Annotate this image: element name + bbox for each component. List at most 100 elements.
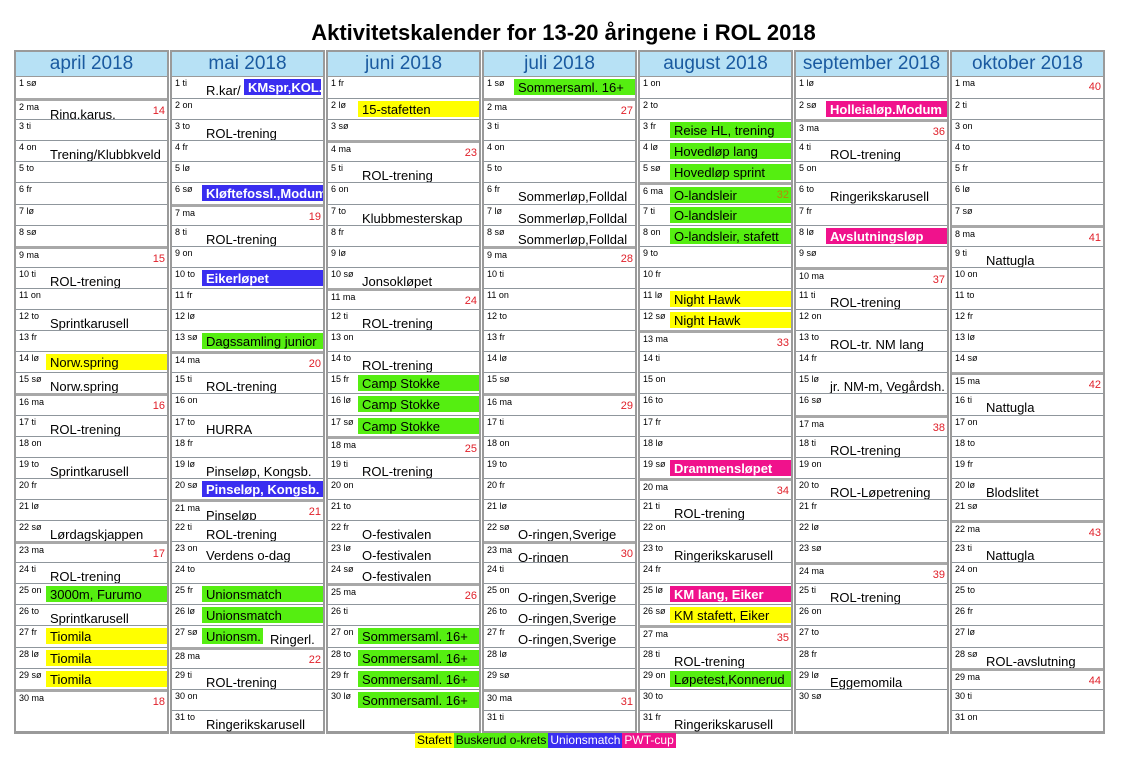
day-cell[interactable]: 25 on O-ringen,Sverige [484,583,635,605]
day-cell[interactable]: 20 on [328,477,479,499]
day-cell[interactable]: 5 to [16,161,167,183]
day-cell[interactable]: 4 fr [172,140,323,162]
day-cell[interactable]: 7 ti O-landsleir [640,203,791,225]
day-cell[interactable]: 3 fr Reise HL, trening [640,119,791,141]
day-cell[interactable]: 10 ti ROL-trening [16,266,167,289]
day-cell[interactable]: 29 sø Tiomila [16,667,167,689]
day-cell[interactable]: 18 ma 25 [328,435,479,457]
day-cell[interactable]: 24 on [952,562,1103,584]
day-cell[interactable]: 20 lø Blodslitet [952,477,1103,500]
day-cell[interactable]: 2 ti [952,98,1103,120]
day-cell[interactable]: 26 to Sprintkarusell [16,604,167,626]
day-cell[interactable]: 18 to [952,435,1103,457]
day-cell[interactable]: 22 lø [796,519,947,542]
day-cell[interactable]: 21 to [328,498,479,520]
day-cell[interactable]: 19 to Sprintkarusell [16,456,167,479]
day-cell[interactable]: 4 lø Hovedløp lang [640,140,791,162]
day-cell[interactable]: 12 lø [172,309,323,331]
day-cell[interactable]: 16 on [172,393,323,415]
day-cell[interactable]: 26 ti [328,604,479,626]
day-cell[interactable]: 13 to ROL-tr. NM lang [796,330,947,352]
day-cell[interactable]: 5 lø [172,161,323,183]
day-cell[interactable]: 1 sø Sommersaml. 16+ [484,77,635,99]
day-cell[interactable]: 9 to [640,245,791,267]
day-cell[interactable]: 10 ma 37 [796,266,947,288]
day-cell[interactable]: 13 ma 33 [640,330,791,352]
day-cell[interactable]: 4 ti ROL-trening [796,140,947,162]
day-cell[interactable]: 28 sø ROL-avslutning [952,646,1103,669]
day-cell[interactable]: 9 ma 28 [484,245,635,267]
day-cell[interactable]: 4 ma 23 [328,140,479,162]
day-cell[interactable]: 8 ma 41 [952,224,1103,246]
day-cell[interactable]: 6 to Ringerikskarusell [796,182,947,204]
day-cell[interactable]: 31 ti [484,709,635,731]
day-cell[interactable]: 10 ti [484,266,635,288]
day-cell[interactable]: 6 fr [16,182,167,204]
day-cell[interactable]: 10 to Eikerløpet [172,266,323,288]
day-cell[interactable]: 1 ti R.kar/KMspr,KOL. [172,77,323,99]
day-cell[interactable]: 1 ma 40 [952,77,1103,99]
day-cell[interactable]: 11 ma 24 [328,287,479,310]
day-cell[interactable]: 25 on 3000m, Furumo [16,583,167,605]
day-cell[interactable]: 5 ti ROL-trening [328,161,479,183]
day-cell[interactable]: 30 on [172,688,323,710]
day-cell[interactable]: 7 fr [796,203,947,225]
day-cell[interactable]: 26 fr [952,604,1103,626]
day-cell[interactable]: 29 fr Sommersaml. 16+ [328,667,479,689]
day-cell[interactable]: 6 on [328,182,479,204]
day-cell[interactable]: 25 to [952,583,1103,605]
day-cell[interactable]: 15 on [640,372,791,394]
day-cell[interactable]: 26 lø Unionsmatch [172,604,323,626]
day-cell[interactable]: 28 lø Tiomila [16,646,167,668]
day-cell[interactable]: 28 lø [484,646,635,668]
day-cell[interactable]: 7 lø [16,203,167,225]
day-cell[interactable]: 19 ti ROL-trening [328,456,479,479]
day-cell[interactable]: 24 to [172,562,323,584]
day-cell[interactable]: 30 ti [952,688,1103,710]
day-cell[interactable]: 25 ti ROL-trening [796,583,947,605]
day-cell[interactable]: 25 ma 26 [328,583,479,605]
day-cell[interactable]: 13 sø Dagssamling junior [172,330,323,352]
day-cell[interactable]: 29 sø [484,667,635,689]
day-cell[interactable]: 2 ma 27 [484,98,635,120]
day-cell[interactable]: 8 ti ROL-trening [172,224,323,247]
day-cell[interactable]: 20 fr [16,477,167,499]
day-cell[interactable]: 12 sø Night Hawk [640,309,791,331]
day-cell[interactable]: 19 fr [952,456,1103,478]
day-cell[interactable]: 18 on [16,435,167,457]
day-cell[interactable]: 14 ti [640,351,791,373]
day-cell[interactable]: 15 ti ROL-trening [172,372,323,394]
day-cell[interactable]: 6 ma O-landsleir 32 [640,182,791,204]
day-cell[interactable]: 9 lø [328,245,479,267]
day-cell[interactable]: 23 sø [796,541,947,563]
day-cell[interactable]: 22 sø Lørdagskjappen [16,519,167,542]
day-cell[interactable]: 23 ma 17 [16,541,167,563]
day-cell[interactable]: 16 lø Camp Stokke [328,393,479,415]
day-cell[interactable]: 2 ma Ring.karus. 14 [16,98,167,122]
day-cell[interactable]: 22 ti ROL-trening [172,519,323,542]
day-cell[interactable]: 24 ti ROL-trening [16,562,167,584]
day-cell[interactable]: 30 sø [796,688,947,731]
day-cell[interactable]: 15 ma 42 [952,372,1103,394]
day-cell[interactable]: 26 on [796,604,947,626]
day-cell[interactable]: 9 ti Nattugla [952,245,1103,268]
day-cell[interactable]: 11 on [16,287,167,310]
day-cell[interactable]: 24 ti [484,562,635,584]
day-cell[interactable]: 16 ma 16 [16,393,167,415]
day-cell[interactable]: 20 ma 34 [640,477,791,499]
day-cell[interactable]: 29 lø Eggemomila [796,667,947,690]
day-cell[interactable]: 29 ma 44 [952,667,1103,689]
day-cell[interactable]: 23 on Verdens o-dag [172,541,323,563]
day-cell[interactable]: 11 on [484,287,635,310]
day-cell[interactable]: 7 lø Sommerløp,Folldal [484,203,635,226]
day-cell[interactable]: 19 sø Drammensløpet [640,456,791,478]
day-cell[interactable]: 8 fr [328,224,479,246]
day-cell[interactable]: 23 ti Nattugla [952,541,1103,563]
day-cell[interactable]: 25 lø KM lang, Eiker [640,583,791,605]
day-cell[interactable]: 17 ma 38 [796,414,947,436]
day-cell[interactable]: 4 on [484,140,635,162]
day-cell[interactable]: 5 fr [952,161,1103,183]
day-cell[interactable]: 19 to [484,456,635,478]
day-cell[interactable]: 14 to ROL-trening [328,351,479,373]
day-cell[interactable]: 2 lø 15-stafetten [328,98,479,120]
